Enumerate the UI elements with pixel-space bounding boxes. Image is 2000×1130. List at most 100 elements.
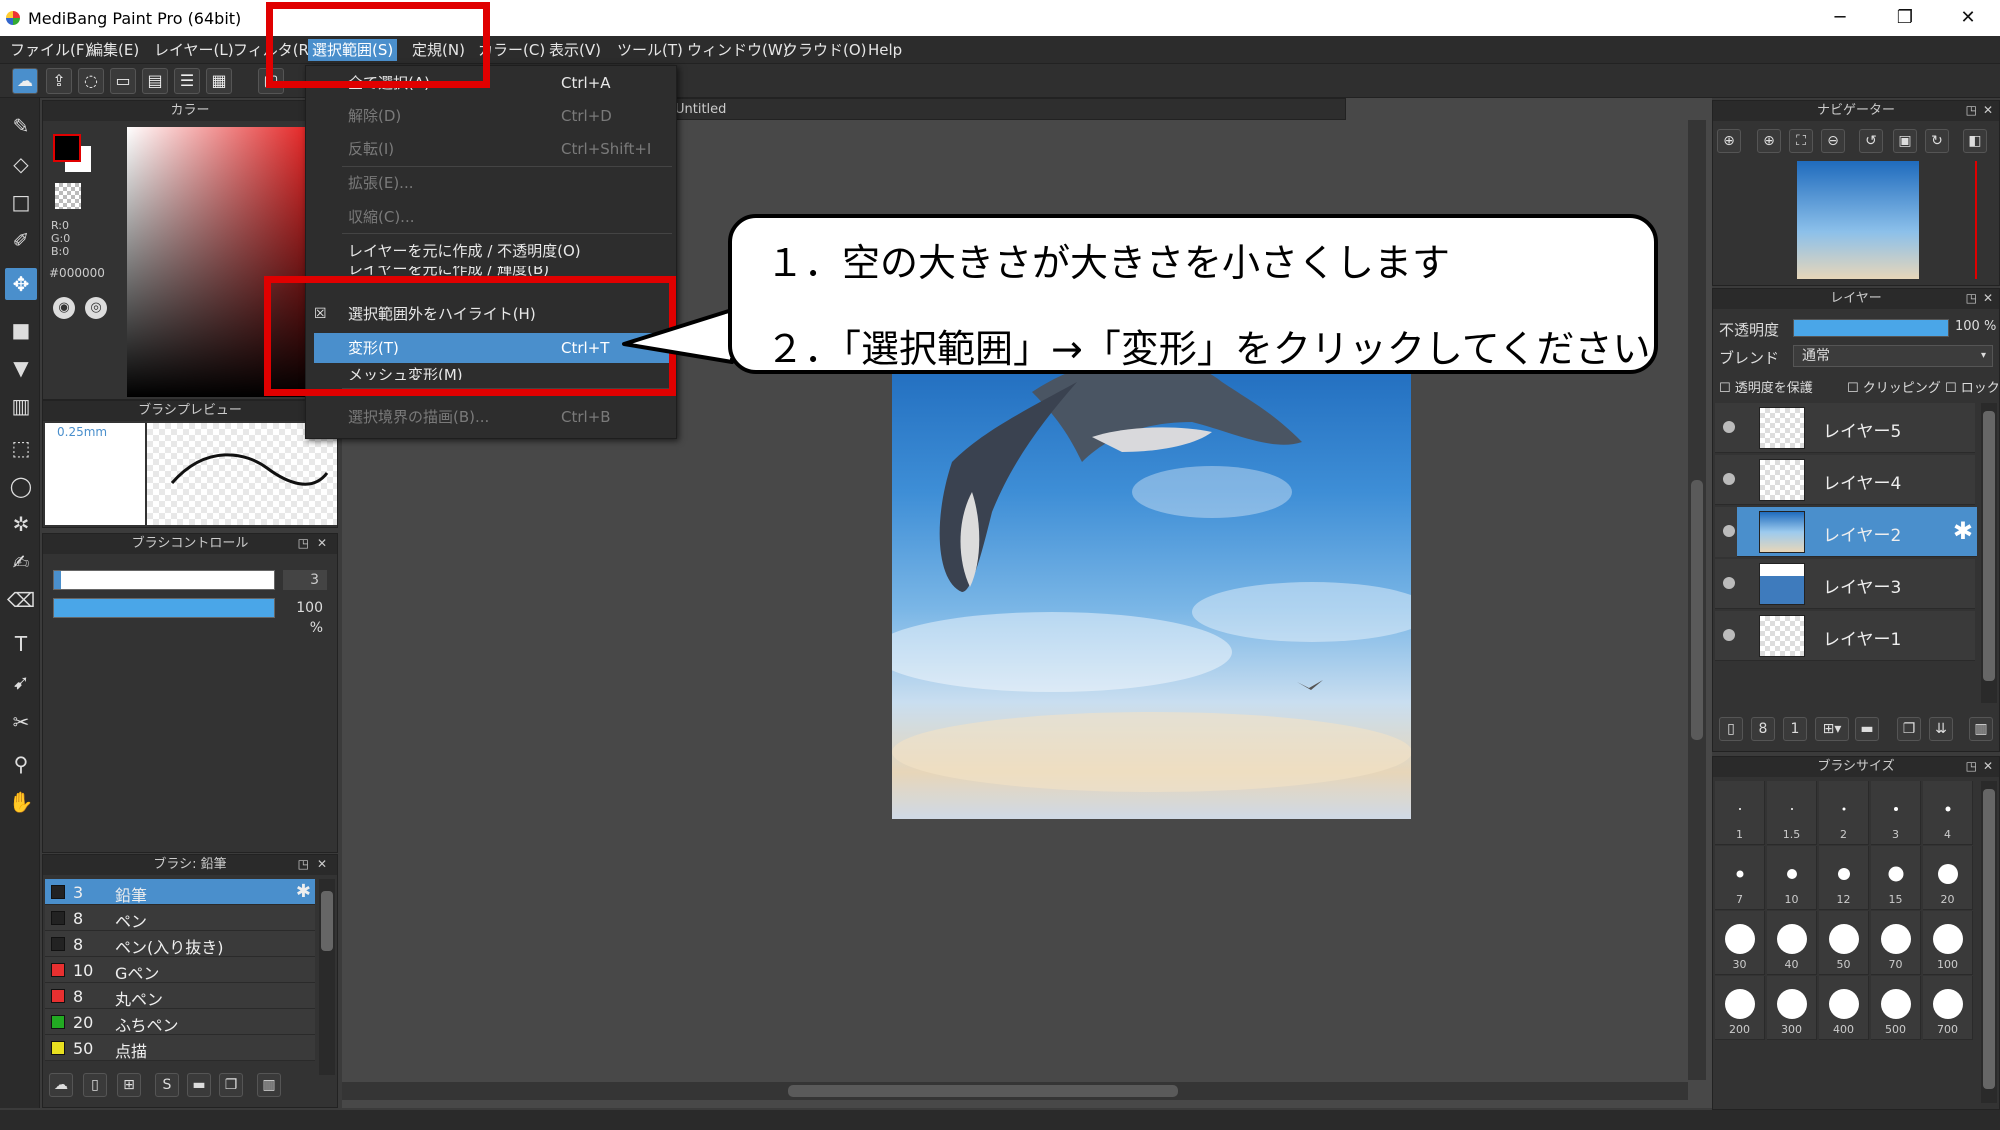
document-icon[interactable]: ▤ bbox=[142, 68, 168, 94]
upload-icon[interactable]: ⇪ bbox=[46, 68, 72, 94]
brush-size-cell[interactable]: 50 bbox=[1819, 911, 1869, 975]
brush-item[interactable]: 10 Gペン bbox=[45, 957, 315, 983]
brush-size-cell[interactable]: 3 bbox=[1871, 781, 1921, 845]
gear-icon[interactable]: ✱ bbox=[1953, 517, 1973, 545]
menu-layer[interactable]: レイヤー(L) bbox=[150, 39, 238, 61]
minimize-button[interactable]: ─ bbox=[1810, 0, 1870, 36]
brush-size-cell[interactable]: 10 bbox=[1767, 846, 1817, 910]
delete-layer-icon[interactable]: ▥ bbox=[1969, 717, 1993, 741]
rotate-right-icon[interactable]: ↻ bbox=[1925, 129, 1949, 153]
brush-size-cell[interactable]: 2 bbox=[1819, 781, 1869, 845]
document-tab[interactable]: Untitled bbox=[662, 98, 1346, 120]
layer-row[interactable]: レイヤー4 bbox=[1715, 455, 1975, 505]
panel-float-icon[interactable]: ◳ bbox=[298, 857, 309, 871]
brush-size-cell[interactable]: 30 bbox=[1715, 911, 1765, 975]
horizontal-scrollbar[interactable] bbox=[342, 1082, 1688, 1100]
dot-tool-icon[interactable]: ✐ bbox=[5, 224, 37, 256]
canvas-image[interactable] bbox=[892, 352, 1411, 819]
close-button[interactable]: ✕ bbox=[1938, 0, 1998, 36]
panel-close-icon[interactable]: ✕ bbox=[1983, 103, 1993, 117]
cloud-icon[interactable]: ☁ bbox=[12, 68, 38, 94]
palette-icon[interactable]: ◉ bbox=[53, 297, 75, 319]
add-brush-icon[interactable]: ⊞ bbox=[117, 1073, 141, 1097]
comment-icon[interactable]: ▭ bbox=[110, 68, 136, 94]
layer-row[interactable]: レイヤー1 bbox=[1715, 611, 1975, 661]
gradient-tool-icon[interactable]: ▥ bbox=[5, 390, 37, 422]
menu-item-from-layer-opacity[interactable]: レイヤーを元に作成 / 不透明度(O) bbox=[306, 236, 676, 266]
clipping-checkbox[interactable]: ☐ クリッピング bbox=[1847, 377, 1941, 396]
list-icon[interactable]: ☰ bbox=[174, 68, 200, 94]
vertical-scrollbar[interactable] bbox=[1688, 120, 1706, 1080]
speech-bubble-icon[interactable]: ◌ bbox=[78, 68, 104, 94]
panel-float-icon[interactable]: ◳ bbox=[1966, 291, 1977, 305]
brush-item[interactable]: 8 ペン(入り抜き) bbox=[45, 931, 315, 957]
fullscreen-icon[interactable]: ▣ bbox=[1893, 129, 1917, 153]
brush-size-cell[interactable]: 100 bbox=[1923, 911, 1973, 975]
lasso-icon[interactable]: ◯ bbox=[5, 470, 37, 502]
layer-opacity-slider[interactable] bbox=[1793, 319, 1949, 337]
magic-wand-icon[interactable]: ✲ bbox=[5, 508, 37, 540]
brush-size-cell[interactable]: 20 bbox=[1923, 846, 1973, 910]
panel-float-icon[interactable]: ◳ bbox=[1966, 759, 1977, 773]
trash-icon[interactable]: ▥ bbox=[257, 1073, 281, 1097]
brush-item[interactable]: 3 鉛筆 ✱ bbox=[45, 879, 315, 905]
brush-size-cell[interactable]: 200 bbox=[1715, 976, 1765, 1040]
menu-edit[interactable]: 編集(E) bbox=[84, 39, 143, 61]
zoom-out-icon[interactable]: ⊖ bbox=[1821, 129, 1845, 153]
brush-size-cell[interactable]: 4 bbox=[1923, 781, 1973, 845]
brush-tool-icon[interactable]: ✎ bbox=[5, 110, 37, 142]
divide-tool-icon[interactable]: ✂ bbox=[5, 706, 37, 738]
brush-size-cell[interactable]: 400 bbox=[1819, 976, 1869, 1040]
zoom-icon[interactable]: ⊕ bbox=[1717, 129, 1741, 153]
protect-alpha-checkbox[interactable]: ☐ 透明度を保護 bbox=[1719, 381, 1813, 396]
brush-size-cell[interactable]: 300 bbox=[1767, 976, 1817, 1040]
cloud-download-icon[interactable]: ☁ bbox=[49, 1073, 73, 1097]
brush-size-cell[interactable]: 7 bbox=[1715, 846, 1765, 910]
zoom-in-icon[interactable]: ⊕ bbox=[1757, 129, 1781, 153]
panel-close-icon[interactable]: ✕ bbox=[317, 857, 327, 871]
menu-cloud[interactable]: クラウド(O) bbox=[779, 39, 871, 61]
layer-row-selected[interactable]: レイヤー2 ✱ bbox=[1737, 507, 1977, 557]
brush-size-cell[interactable]: 40 bbox=[1767, 911, 1817, 975]
panel-float-icon[interactable]: ◳ bbox=[298, 536, 309, 550]
panel-close-icon[interactable]: ✕ bbox=[317, 536, 327, 550]
1bit-layer-icon[interactable]: 1 bbox=[1783, 717, 1807, 741]
menu-view[interactable]: 表示(V) bbox=[545, 39, 605, 61]
menu-file[interactable]: ファイル(F) bbox=[6, 39, 94, 61]
visibility-icon[interactable] bbox=[1723, 629, 1735, 641]
brush-script-icon[interactable]: S bbox=[155, 1073, 179, 1097]
brush-size-cell[interactable]: 1 bbox=[1715, 781, 1765, 845]
operation-tool-icon[interactable]: ➹ bbox=[5, 666, 37, 698]
palette-settings-icon[interactable]: ◎ bbox=[85, 297, 107, 319]
move-tool-icon[interactable]: ✥ bbox=[5, 268, 37, 300]
hand-tool-icon[interactable]: ✋ bbox=[5, 786, 37, 818]
duplicate-icon[interactable]: ❐ bbox=[219, 1073, 243, 1097]
add-layer-menu-icon[interactable]: ⊞▾ bbox=[1815, 717, 1849, 741]
visibility-icon[interactable] bbox=[1723, 421, 1735, 433]
transparent-swatch[interactable] bbox=[55, 183, 81, 209]
visibility-icon[interactable] bbox=[1723, 473, 1735, 485]
navigator-thumbnail[interactable] bbox=[1797, 161, 1919, 279]
rectangle-tool-icon[interactable]: □ bbox=[5, 186, 37, 218]
blend-mode-select[interactable]: 通常 ▾ bbox=[1793, 345, 1993, 367]
text-tool-icon[interactable]: T bbox=[5, 628, 37, 660]
grid-icon[interactable]: ▦ bbox=[206, 68, 232, 94]
duplicate-layer-icon[interactable]: ❐ bbox=[1897, 717, 1921, 741]
menu-tool[interactable]: ツール(T) bbox=[613, 39, 687, 61]
visibility-icon[interactable] bbox=[1723, 577, 1735, 589]
brush-item[interactable]: 8 丸ペン bbox=[45, 983, 315, 1009]
brush-size-cell[interactable]: 700 bbox=[1923, 976, 1973, 1040]
layer-row[interactable]: レイヤー5 bbox=[1715, 403, 1975, 453]
brush-opacity-slider[interactable] bbox=[53, 598, 275, 618]
flip-icon[interactable]: ◧ bbox=[1963, 129, 1987, 153]
rotate-left-icon[interactable]: ↺ bbox=[1859, 129, 1883, 153]
eraser-tool-icon[interactable]: ◇ bbox=[5, 148, 37, 180]
panel-close-icon[interactable]: ✕ bbox=[1983, 291, 1993, 305]
lock-checkbox[interactable]: ☐ ロック bbox=[1945, 377, 2000, 396]
folder-icon[interactable]: ▬ bbox=[187, 1073, 211, 1097]
brush-size-cell[interactable]: 500 bbox=[1871, 976, 1921, 1040]
select-rect-icon[interactable]: ⬚ bbox=[5, 432, 37, 464]
merge-layer-icon[interactable]: ⇊ bbox=[1929, 717, 1953, 741]
layer-scrollbar[interactable] bbox=[1981, 403, 1997, 703]
fill-rectangle-icon[interactable]: ■ bbox=[5, 314, 37, 346]
